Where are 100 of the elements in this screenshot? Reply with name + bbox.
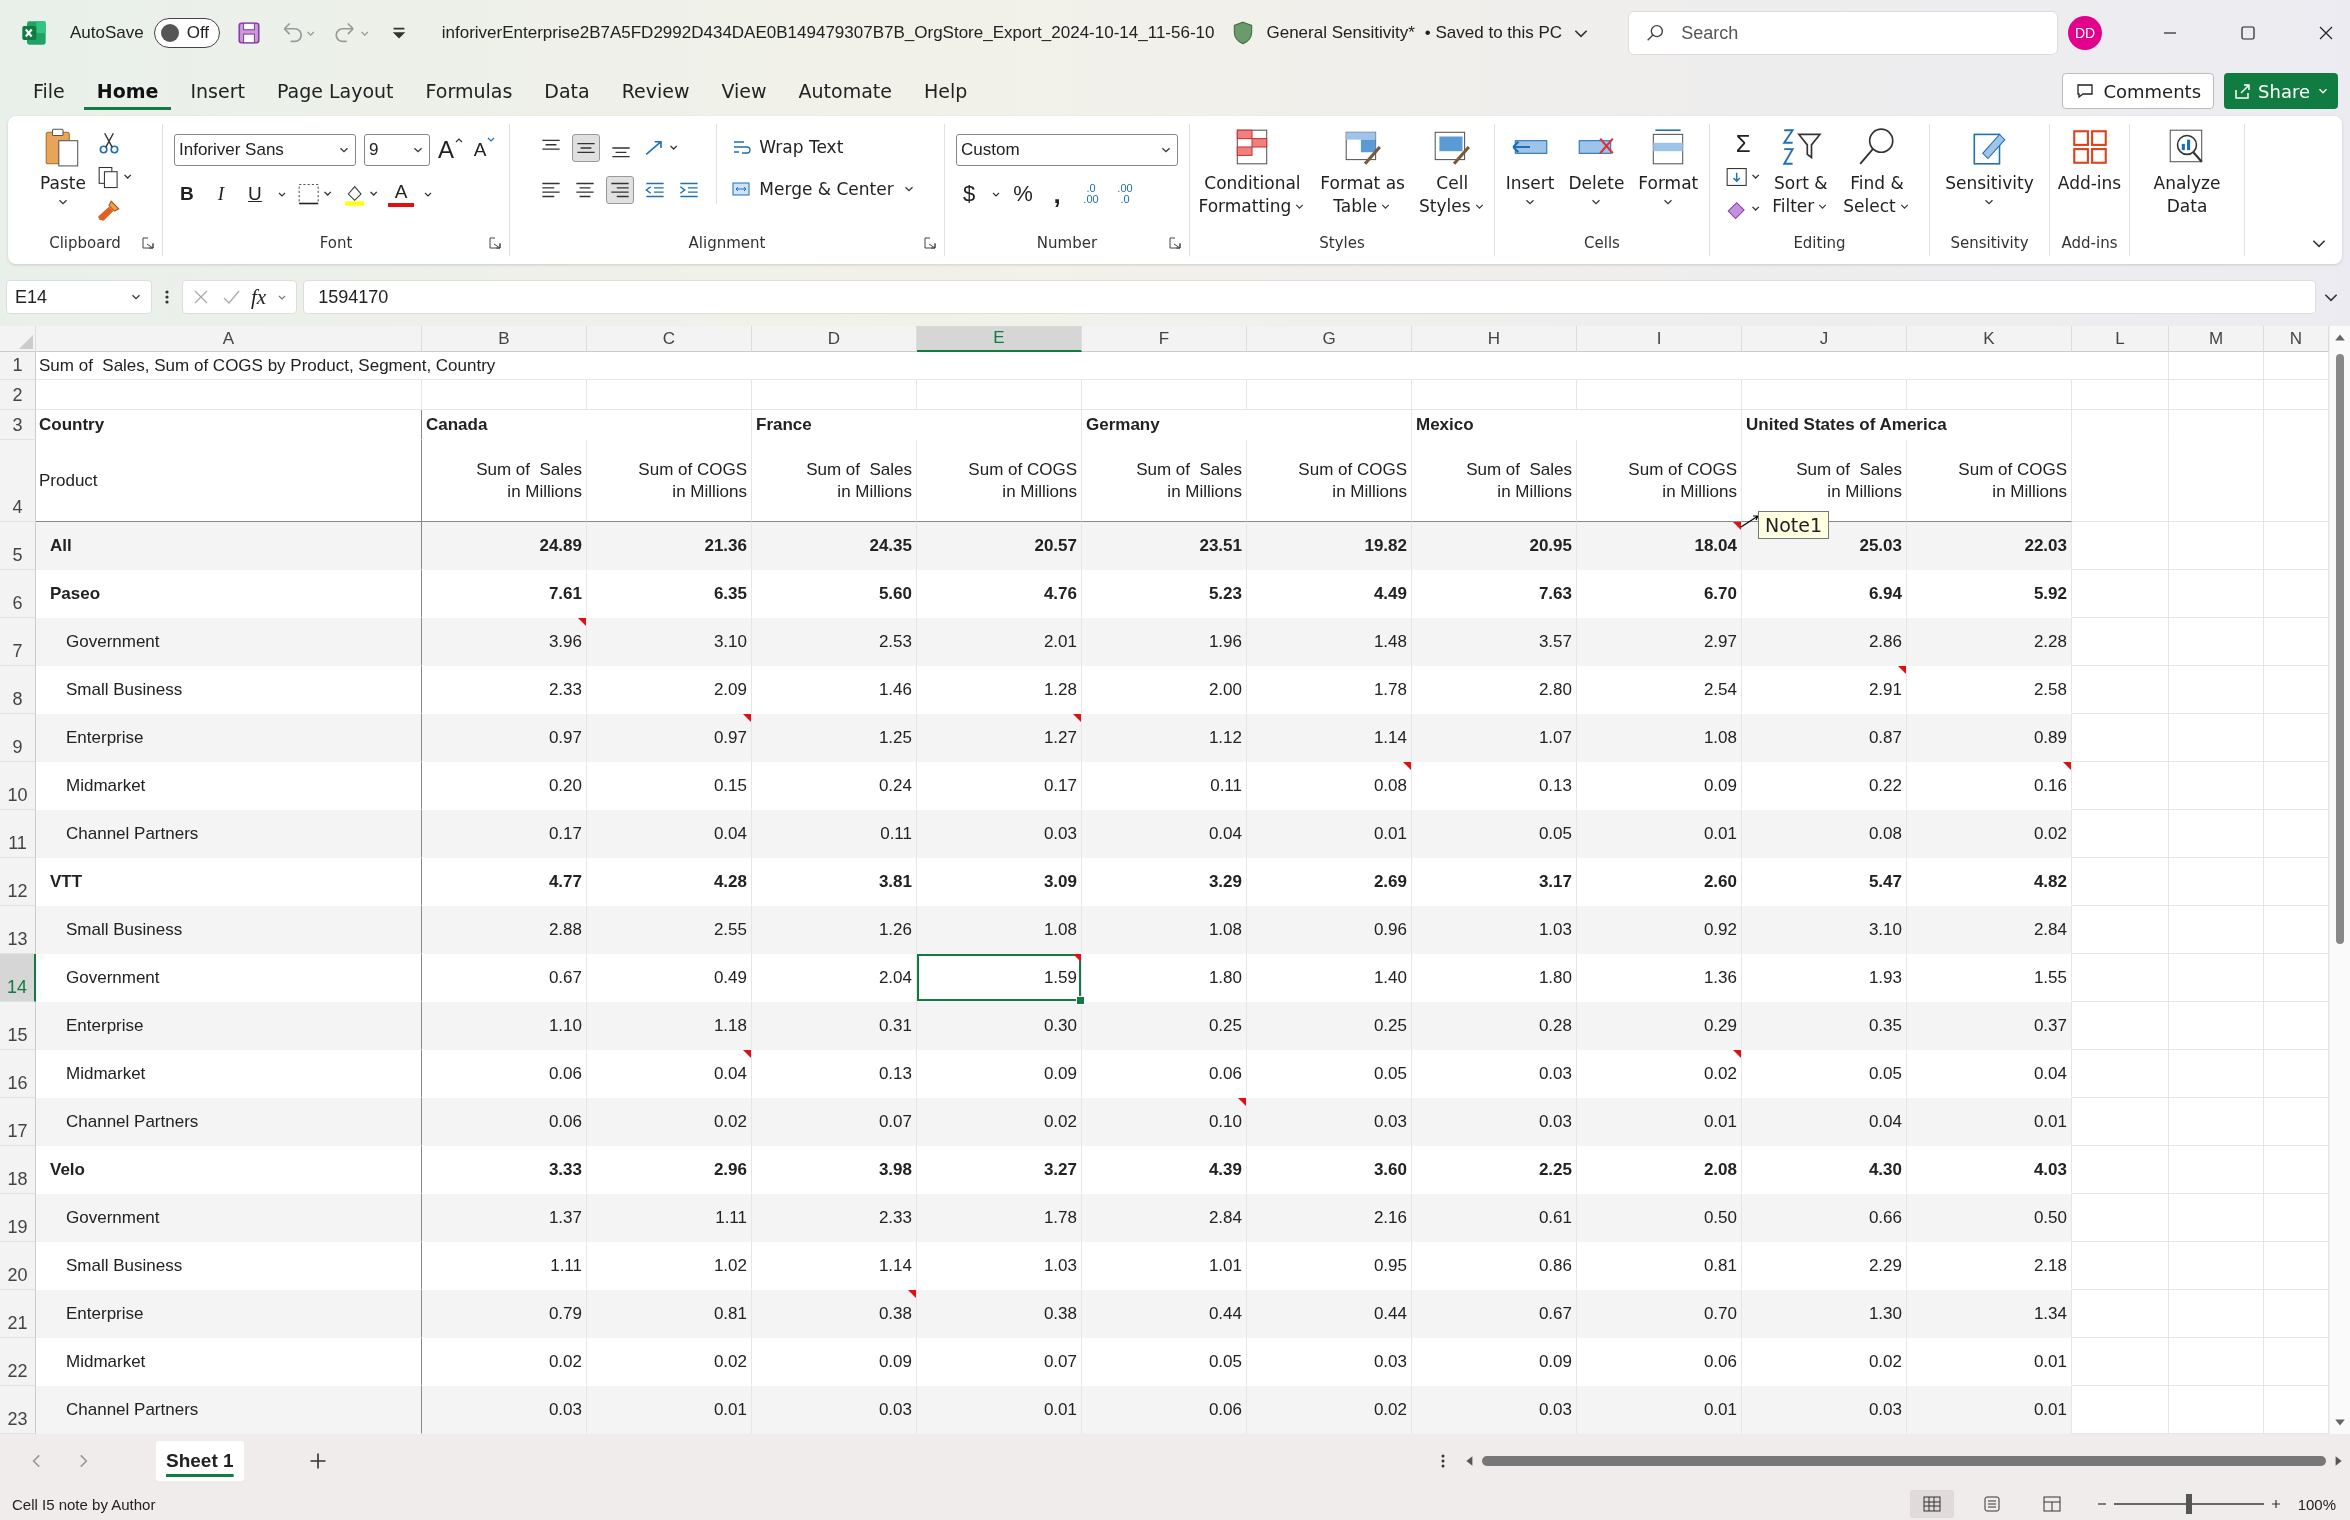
row-header[interactable]: 11 — [0, 810, 36, 858]
wrap-text-button[interactable]: Wrap Text — [731, 132, 916, 162]
row-header[interactable]: 17 — [0, 1098, 36, 1146]
autosum-button[interactable]: Σ — [1724, 130, 1763, 158]
row-header[interactable]: 13 — [0, 906, 36, 954]
analyze-button[interactable]: Analyze Data — [2149, 124, 2225, 220]
column-header[interactable]: E — [917, 326, 1082, 352]
row-header[interactable]: 1 — [0, 352, 36, 380]
comments-button[interactable]: Comments — [2062, 73, 2215, 109]
column-header[interactable]: M — [2169, 326, 2264, 352]
table-header: Canada — [422, 410, 752, 440]
menu-tab[interactable]: View — [708, 72, 780, 110]
table-cell: 0.03 — [1412, 1098, 1577, 1146]
column-header[interactable]: F — [1082, 326, 1247, 352]
table-cell: 2.16 — [1247, 1194, 1412, 1242]
menu-tab[interactable]: Automate — [785, 72, 905, 110]
shrink-font-button[interactable]: A — [472, 136, 498, 164]
share-button[interactable]: Share — [2224, 73, 2338, 109]
save-status[interactable]: • Saved to this PC — [1424, 23, 1563, 43]
row-header[interactable]: 18 — [0, 1146, 36, 1194]
row-header[interactable]: 22 — [0, 1338, 36, 1386]
grow-font-button[interactable]: A — [438, 136, 464, 164]
menu-tab[interactable]: Formulas — [412, 72, 526, 110]
menu-tab[interactable]: Insert — [177, 72, 258, 110]
column-header[interactable]: B — [422, 326, 587, 352]
menu-tab[interactable]: File — [20, 72, 78, 110]
row-header[interactable]: 5 — [0, 522, 36, 570]
ribbon-group-label: Styles — [1319, 234, 1365, 252]
row-header[interactable]: 6 — [0, 570, 36, 618]
autosave-toggle[interactable]: Off — [153, 18, 220, 48]
column-header[interactable]: K — [1907, 326, 2072, 352]
column-header[interactable]: H — [1412, 326, 1577, 352]
search-field[interactable]: Search — [1628, 11, 2059, 55]
column-header[interactable]: C — [587, 326, 752, 352]
table-button[interactable]: Format as Table — [1316, 124, 1409, 220]
column-header[interactable]: A — [36, 326, 422, 352]
row-header[interactable]: 15 — [0, 1002, 36, 1050]
insert-button[interactable]: Insert — [1501, 124, 1559, 211]
row-header[interactable]: 10 — [0, 762, 36, 810]
name-box[interactable]: E14 — [6, 280, 152, 314]
sensitivity-label[interactable]: General Sensitivity* — [1266, 23, 1415, 43]
bold-button[interactable]: B — [174, 180, 200, 208]
comma-style-button[interactable]: , — [1044, 180, 1070, 208]
row-header[interactable]: 8 — [0, 666, 36, 714]
table-cell: 0.11 — [752, 810, 917, 858]
font-name-dropdown[interactable]: Inforiver Sans — [174, 134, 356, 166]
row-header[interactable]: 20 — [0, 1242, 36, 1290]
table-cell: 0.67 — [1412, 1290, 1577, 1338]
row-header[interactable]: 4 — [0, 440, 36, 522]
row-header[interactable]: 21 — [0, 1290, 36, 1338]
menu-tab[interactable]: Page Layout — [263, 72, 407, 110]
column-header[interactable]: J — [1742, 326, 1907, 352]
paste-button[interactable]: Paste — [36, 124, 90, 211]
column-header[interactable]: I — [1577, 326, 1742, 352]
menu-tab[interactable]: Review — [608, 72, 703, 110]
zoom-level[interactable]: 100% — [2297, 1495, 2336, 1513]
menu-tab[interactable]: Data — [531, 72, 603, 110]
menu-tab[interactable]: Home — [83, 72, 172, 110]
table-cell: 1.14 — [1247, 714, 1412, 762]
insert-function-button[interactable]: fx — [251, 284, 267, 310]
row-header[interactable]: 16 — [0, 1050, 36, 1098]
cell-styles-button[interactable]: Cell Styles — [1414, 124, 1490, 220]
table-cell: 0.28 — [1412, 1002, 1577, 1050]
menu-tab[interactable]: Help — [911, 72, 981, 110]
table-cell: 3.10 — [587, 618, 752, 666]
decrease-decimal-button[interactable]: .0 .00 — [1078, 180, 1104, 208]
ribbon-group-label: Editing — [1793, 234, 1846, 252]
user-avatar[interactable]: DD — [2068, 16, 2103, 50]
delete-button[interactable]: Delete — [1564, 124, 1629, 211]
row-header[interactable]: 2 — [0, 380, 36, 410]
row-header[interactable]: 9 — [0, 714, 36, 762]
increase-decimal-button[interactable]: .00 .0 — [1112, 180, 1138, 208]
sheet-tab[interactable]: Sheet 1 — [156, 1441, 244, 1481]
row-header[interactable]: 12 — [0, 858, 36, 906]
table-cell: 1.96 — [1082, 618, 1247, 666]
number-format-dropdown[interactable]: Custom — [956, 134, 1178, 166]
find-button[interactable]: Find & Select — [1839, 124, 1915, 220]
font-size-dropdown[interactable]: 9 — [364, 134, 430, 166]
formula-input[interactable]: 1594170 — [303, 280, 2316, 314]
table-cell: 0.79 — [422, 1290, 587, 1338]
merge-center-button[interactable]: Merge & Center — [731, 174, 916, 204]
table-cell: 1.08 — [1082, 906, 1247, 954]
row-header[interactable]: 19 — [0, 1194, 36, 1242]
addins-button[interactable]: Add-ins — [2053, 124, 2126, 197]
format-button[interactable]: Format — [1634, 124, 1703, 211]
font-color-button[interactable]: A — [388, 181, 414, 207]
percent-button[interactable]: % — [1010, 180, 1036, 208]
underline-button[interactable]: U — [242, 180, 268, 208]
currency-button[interactable]: $ — [956, 180, 982, 208]
ribbon-group-label: Clipboard — [49, 234, 121, 252]
sensitivity-button[interactable]: Sensitivity — [1941, 124, 2038, 211]
italic-button[interactable]: I — [208, 180, 234, 208]
row-header[interactable]: 7 — [0, 618, 36, 666]
row-header[interactable]: 23 — [0, 1386, 36, 1434]
conditional-button[interactable]: Conditional Formatting — [1194, 124, 1311, 220]
sort-button[interactable]: Sort & Filter — [1768, 124, 1834, 220]
column-header[interactable]: G — [1247, 326, 1412, 352]
row-header[interactable]: 14 — [0, 954, 36, 1002]
row-header[interactable]: 3 — [0, 410, 36, 440]
column-header[interactable]: L — [2072, 326, 2169, 352]
